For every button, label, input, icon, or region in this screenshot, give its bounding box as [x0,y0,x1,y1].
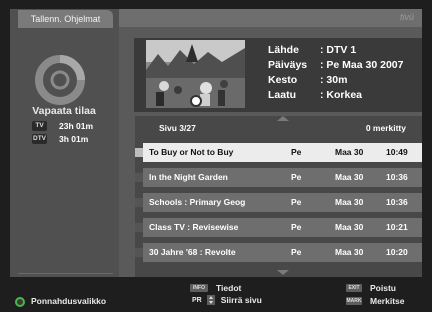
mark-checkbox[interactable] [135,198,143,207]
duration-value: : 30m [320,74,348,86]
green-circle-icon [15,297,25,307]
program-date: Maa 30 [335,172,364,182]
info-key-icon: INFO [190,284,208,292]
up-down-arrows-icon [206,295,215,305]
program-day: Pe [291,222,302,232]
program-time: 10:20 [386,247,408,257]
program-title: In the Night Garden [149,172,228,182]
brand-logo: tivü [399,12,414,22]
program-day: Pe [291,247,302,257]
source-value: : DTV 1 [320,44,357,56]
window-title-tab: Tallenn. Ohjelmat [18,10,113,28]
program-date: Maa 30 [335,247,364,257]
program-thumbnail [146,40,245,108]
info-labels: Lähde Päiväys Kesto Laatu [268,43,307,103]
mark-key-icon: MARK [346,297,362,305]
program-day: Pe [291,197,302,207]
tv-tag-icon: TV [32,120,47,131]
program-time: 10:49 [386,147,408,157]
list-item[interactable]: To Buy or Not to Buy Pe Maa 30 10:49 [135,143,422,162]
mark-checkbox[interactable] [135,223,143,232]
exit-label: Poistu [370,283,396,293]
program-date: Maa 30 [335,197,364,207]
program-title: Schools : Primary Geog [149,197,246,207]
program-time: 10:21 [386,222,408,232]
mark-checkbox[interactable] [135,248,143,257]
exit-legend[interactable]: EXIT Poistu [346,283,396,293]
mark-checkbox[interactable] [135,148,143,157]
program-time: 10:36 [386,172,408,182]
pr-key-label: PR [192,296,202,304]
info-legend[interactable]: INFO Tiedot [190,283,241,293]
scroll-down-arrow-icon[interactable] [277,270,289,275]
page-move-label: Siirrä sivu [220,295,262,305]
button-legend-bar: Ponnahdusvalikko INFO Tiedot PR Siirrä s… [10,279,422,309]
storage-row-dtv: DTV 3h 01m [32,133,88,144]
date-value: : Pe Maa 30 2007 [320,59,404,71]
mark-label: Merkitse [370,296,405,306]
program-title: To Buy or Not to Buy [149,147,234,157]
play-indicator-icon [190,95,202,107]
mark-legend[interactable]: MARK Merkitse [346,296,405,306]
free-space-label: Vapaata tilaa [32,105,96,117]
mark-checkbox[interactable] [135,173,143,182]
list-item[interactable]: 30 Jahre '68 : Revolte Pe Maa 30 10:20 [135,243,422,262]
storage-panel: Tallenn. Ohjelmat Vapaata tilaa TV 23h 0… [10,9,119,277]
program-title: 30 Jahre '68 : Revolte [149,247,236,257]
program-time: 10:36 [386,197,408,207]
quality-label: Laatu [268,89,297,101]
program-title: Class TV : Revisewise [149,222,239,232]
storage-row-tv: TV 23h 01m [32,120,93,131]
list-item[interactable]: Schools : Primary Geog Pe Maa 30 10:36 [135,193,422,212]
program-info-panel: Lähde Päiväys Kesto Laatu : DTV 1 : Pe M… [134,38,422,112]
program-day: Pe [291,172,302,182]
dtv-tag-icon: DTV [32,133,47,144]
list-header: Sivu 3/27 0 merkitty [135,123,422,135]
quality-value: : Korkea [320,89,363,101]
page-legend[interactable]: PR Siirrä sivu [192,295,262,305]
source-label: Lähde [268,44,299,56]
scroll-up-arrow-icon[interactable] [277,116,289,121]
page-indicator: Sivu 3/27 [159,123,196,133]
duration-label: Kesto [268,74,298,86]
list-item[interactable]: Class TV : Revisewise Pe Maa 30 10:21 [135,218,422,237]
exit-key-icon: EXIT [346,284,362,292]
divider [18,273,113,274]
recordings-list: Sivu 3/27 0 merkitty To Buy or Not to Bu… [135,116,422,277]
popup-menu-label[interactable]: Ponnahdusvalikko [31,296,106,306]
list-item[interactable]: In the Night Garden Pe Maa 30 10:36 [135,168,422,187]
storage-ring-icon [35,55,85,105]
storage-value-dtv: 3h 01m [59,133,89,144]
header-bar: tivü [119,9,422,27]
recordings-window: Tallenn. Ohjelmat Vapaata tilaa TV 23h 0… [10,9,422,277]
marked-count: 0 merkitty [365,123,406,133]
program-date: Maa 30 [335,147,364,157]
program-date: Maa 30 [335,222,364,232]
date-label: Päiväys [268,59,308,71]
info-label: Tiedot [216,283,242,293]
program-day: Pe [291,147,302,157]
info-values: : DTV 1 : Pe Maa 30 2007 : 30m : Korkea [320,43,403,103]
storage-value-tv: 23h 01m [59,120,94,131]
